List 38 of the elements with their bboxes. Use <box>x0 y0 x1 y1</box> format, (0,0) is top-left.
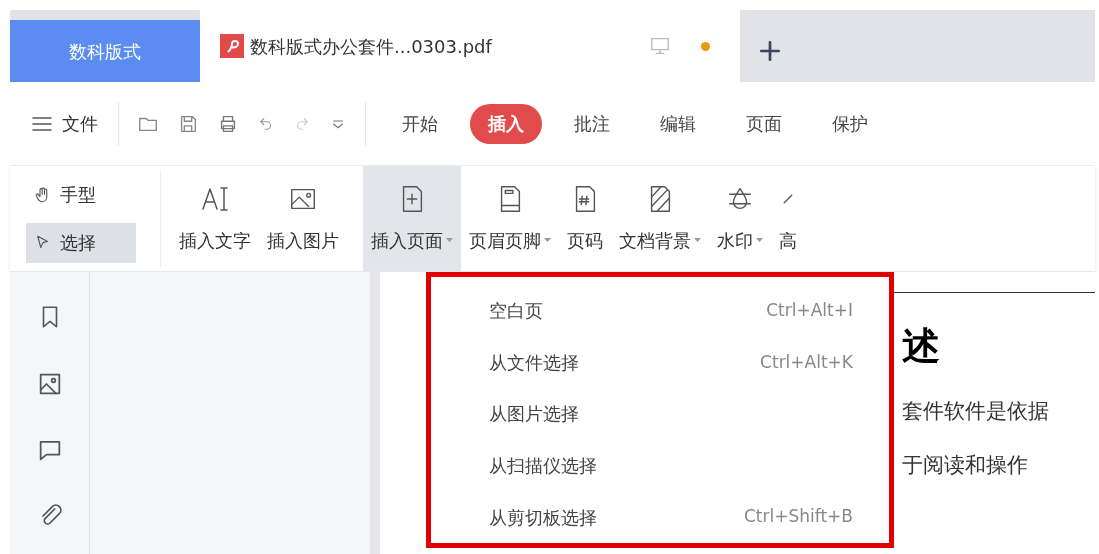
shortcut-text: Ctrl+Shift+B <box>743 505 853 529</box>
document-tab[interactable]: 数科版式办公套件...0303.pdf <box>200 10 740 82</box>
dropdown-item[interactable]: 空白页 Ctrl+Alt+I <box>431 285 889 337</box>
shortcut-text: Ctrl+Alt+I <box>766 299 853 323</box>
ribbon-button[interactable]: 插入文字 <box>171 166 259 271</box>
plus-icon <box>757 38 783 64</box>
ribbon-button[interactable]: 文档背景 <box>611 166 709 271</box>
item-label: 从扫描仪选择 <box>489 454 597 479</box>
item-label: 空白页 <box>489 299 543 324</box>
menu-tab[interactable]: 开始 <box>384 103 456 144</box>
mode-button[interactable]: 手型 <box>26 174 136 215</box>
menu-tab[interactable]: 编辑 <box>642 103 714 144</box>
item-label: 从文件选择 <box>489 350 579 375</box>
mode-button[interactable]: 选择 <box>26 222 136 263</box>
ribbon-button[interactable]: 页眉页脚 <box>461 166 559 271</box>
document-text: 套件软件是依据 <box>902 398 1049 425</box>
pdf-file-icon <box>220 34 244 58</box>
document-title: 数科版式办公套件...0303.pdf <box>250 34 492 59</box>
dropdown-item[interactable]: 从扫描仪选择 <box>431 439 889 492</box>
ribbon-button[interactable]: 页码 <box>559 166 611 271</box>
monitor-icon <box>649 35 671 57</box>
dropdown-item[interactable]: 从文件选择 Ctrl+Alt+K <box>431 336 889 389</box>
menu-tab[interactable]: 页面 <box>728 103 800 144</box>
file-menu[interactable]: 文件 <box>10 110 118 137</box>
dropdown-item[interactable]: 从图片选择 <box>431 388 889 440</box>
document-text: 于阅读和操作 <box>902 451 1029 479</box>
ribbon-button[interactable]: 高 <box>771 166 805 271</box>
document-heading: 述 <box>902 322 941 370</box>
menu-tab[interactable]: 插入 <box>470 103 542 144</box>
shortcut-text: Ctrl+Alt+K <box>760 350 853 374</box>
ribbon-button[interactable]: 插入图片 <box>259 166 347 271</box>
dropdown-item[interactable]: 从剪切板选择 Ctrl+Shift+B <box>431 491 889 543</box>
ribbon-button[interactable]: 水印 <box>709 166 771 271</box>
item-label: 从图片选择 <box>489 402 579 427</box>
menu-tab[interactable]: 保护 <box>814 103 886 144</box>
item-label: 从剪切板选择 <box>489 505 597 530</box>
menu-tab[interactable]: 批注 <box>556 103 628 144</box>
ribbon-button[interactable]: 插入页面 <box>363 166 461 271</box>
